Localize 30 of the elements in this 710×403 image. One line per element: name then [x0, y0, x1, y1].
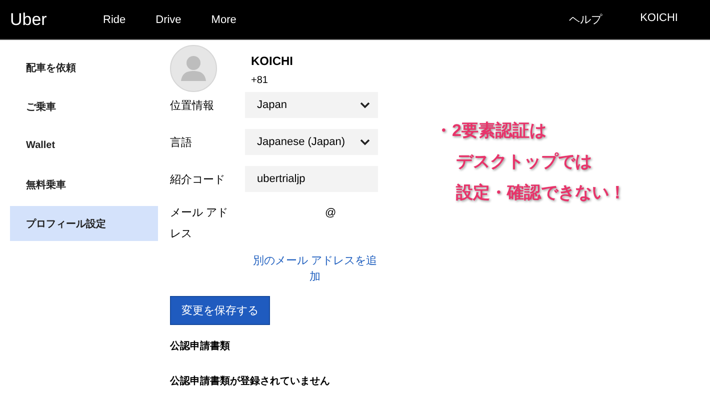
sidebar-item[interactable]: Wallet: [10, 126, 158, 165]
sidebar-item[interactable]: ご乗車: [10, 87, 158, 126]
avatar-icon: [170, 45, 217, 92]
sidebar-item[interactable]: 無料乗車: [10, 165, 158, 204]
annotation-text: 設定・確認できない！: [456, 182, 626, 203]
sidebar-item[interactable]: プロフィール設定: [10, 206, 158, 241]
nav-link[interactable]: Drive: [156, 14, 182, 26]
field-label: 紹介コード: [170, 172, 226, 186]
nav-link[interactable]: ヘルプ: [569, 12, 602, 27]
annotation-text: デスクトップでは: [456, 151, 592, 172]
user-name: KOICHI: [251, 54, 293, 68]
sidebar-item[interactable]: 配車を依頼: [10, 48, 158, 87]
field-label: 言語: [170, 136, 193, 150]
dropdown[interactable]: Japan: [245, 92, 378, 118]
save-button[interactable]: 変更を保存する: [170, 296, 270, 325]
email-value: @: [324, 206, 336, 221]
add-email-link[interactable]: 別のメール アドレスを追加: [251, 253, 379, 285]
field-label: 位置情報: [170, 98, 215, 112]
annotation-text: ・2要素認証は: [435, 120, 546, 141]
phone-number: +81: [251, 75, 269, 86]
nav-link[interactable]: Ride: [103, 14, 126, 26]
empty-message: 公認申請書類が登録されていません: [170, 374, 331, 388]
chevron-down-icon: [360, 102, 370, 108]
dropdown[interactable]: Japanese (Japan): [245, 129, 378, 155]
section-heading: 公認申請書類: [170, 340, 231, 353]
field-label: メール アドレス: [170, 206, 230, 242]
chevron-down-icon: [360, 138, 370, 146]
nav-link[interactable]: More: [211, 14, 236, 26]
nav-link[interactable]: KOICHI: [640, 12, 678, 27]
input-field[interactable]: ubertrialjp: [245, 166, 378, 192]
